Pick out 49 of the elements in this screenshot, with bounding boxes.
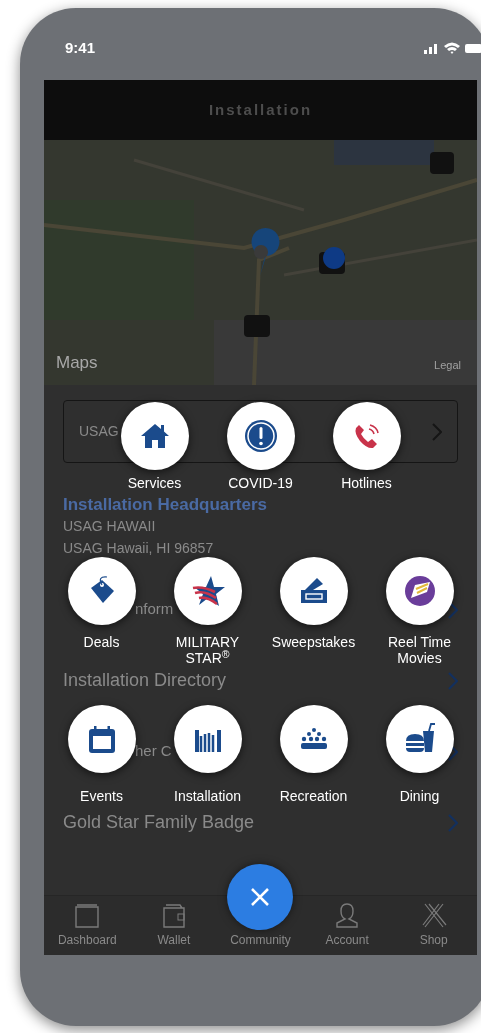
menu-label[interactable]: MILITARY STAR$^{®}$ (159, 634, 256, 666)
menu-button[interactable] (67, 557, 136, 625)
link-label[interactable]: Installation Directory (63, 667, 227, 694)
header-title: Installation (208, 99, 313, 120)
tab-label[interactable]: Dashboard (57, 931, 117, 949)
menu-label[interactable]: Recreation (265, 788, 362, 804)
menu-label[interactable]: Installation (159, 788, 256, 804)
menu-label[interactable]: Sweepstakes (265, 634, 362, 650)
close-button[interactable] (227, 864, 293, 930)
menu-label[interactable]: Reel Time Movies (371, 634, 468, 666)
menu-label[interactable]: Dining (371, 788, 468, 804)
status-icons (424, 41, 481, 55)
star-icon (190, 574, 225, 608)
menu-label[interactable]: Events (53, 788, 150, 804)
tab-label[interactable]: Wallet (157, 931, 191, 949)
menu-button[interactable] (385, 557, 454, 625)
menu-label[interactable]: Hotlines (318, 475, 415, 491)
tab-label[interactable]: Community (230, 931, 291, 949)
chevron-icon (432, 422, 442, 441)
status-time: 9:41 (65, 37, 96, 58)
alert-icon (243, 419, 278, 453)
headquarters-title: Installation Headquarters (63, 495, 268, 515)
menu-button[interactable] (332, 402, 401, 470)
film-icon (402, 574, 437, 608)
link-label[interactable]: nform (135, 598, 174, 621)
menu-label[interactable]: COVID-19 (212, 475, 309, 491)
chevron-icon (448, 671, 458, 690)
folder-icon[interactable] (73, 901, 102, 929)
menu-button[interactable] (120, 402, 189, 470)
link-label[interactable]: her C (135, 740, 172, 763)
menu-button[interactable] (279, 705, 348, 773)
menu-button[interactable] (173, 557, 242, 625)
menu-button[interactable] (385, 705, 454, 773)
menu-button[interactable] (173, 705, 242, 773)
location-value: USAG (79, 422, 119, 441)
legal-link[interactable]: Legal (434, 356, 461, 373)
tab-label[interactable]: Shop (419, 931, 448, 949)
address-line: USAG HAWAII (63, 517, 156, 536)
close-icon (250, 887, 270, 907)
map-attribution: Maps (56, 351, 98, 374)
menu-label[interactable]: Services (106, 475, 203, 491)
chevron-icon (448, 813, 458, 832)
menu-label[interactable]: Deals (53, 634, 150, 650)
link-label[interactable]: Gold Star Family Badge (63, 809, 255, 836)
menu-button[interactable] (279, 557, 348, 625)
address-line: USAG Hawaii, HI 96857 (63, 539, 214, 558)
menu-button[interactable] (226, 402, 295, 470)
tab-label[interactable]: Account (325, 931, 369, 949)
menu-button[interactable] (67, 705, 136, 773)
